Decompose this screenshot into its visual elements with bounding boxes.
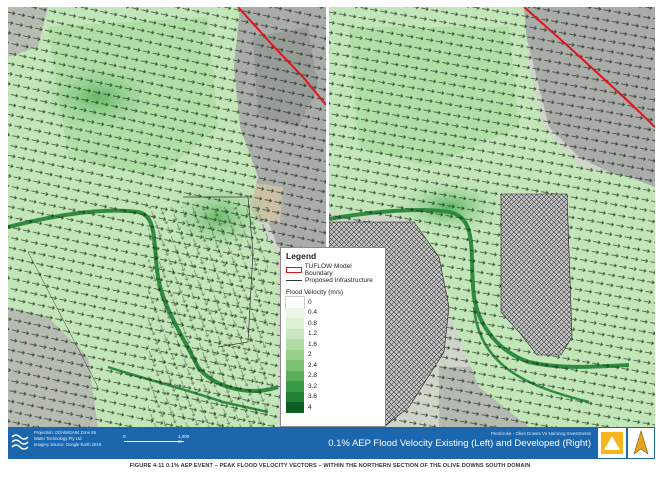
water-technology-logo-icon xyxy=(11,434,29,450)
velocity-scale-row: 1.2 xyxy=(286,328,380,339)
velocity-scale-row: 3.6 xyxy=(286,391,380,402)
figure-frame: Legend TUFLOW Model Boundary Proposed In… xyxy=(8,7,655,459)
map-title: 0.1% AEP Flood Velocity Existing (Left) … xyxy=(328,438,591,449)
velocity-scale-row: 2 xyxy=(286,349,380,360)
boundary-symbol xyxy=(286,266,302,273)
velocity-swatch xyxy=(286,349,304,360)
velocity-scale-row: 4 xyxy=(286,402,380,413)
north-arrow xyxy=(628,428,654,458)
map-existing-canvas xyxy=(8,7,326,427)
velocity-value-label: 3.2 xyxy=(308,382,318,390)
scale-end-label: 1,000 m xyxy=(178,434,190,444)
scale-start-label: 0 xyxy=(123,434,126,439)
velocity-scale-row: 0 xyxy=(285,296,380,309)
legend-velocity-heading: Flood Velocity (m/s) xyxy=(286,289,344,296)
velocity-value-label: 2.4 xyxy=(308,361,318,369)
legend-item-infrastructure: Proposed Infrastructure xyxy=(286,275,380,286)
velocity-value-label: 0.8 xyxy=(308,319,318,327)
map-title-block: Pembroke - Olive Downs Vs Namnog Investm… xyxy=(328,431,591,449)
velocity-scale-row: 3.2 xyxy=(286,381,380,392)
velocity-swatch xyxy=(286,360,304,371)
velocity-swatch xyxy=(286,391,304,402)
velocity-value-label: 4 xyxy=(308,403,312,411)
legend-label-boundary: TUFLOW Model Boundary xyxy=(304,262,352,277)
pembroke-logo-icon xyxy=(601,432,623,454)
velocity-value-label: 1.6 xyxy=(308,340,318,348)
velocity-swatch xyxy=(286,307,304,318)
map-info-bar: Projection: GDA/MGA94 Zone 55 Water Tech… xyxy=(8,427,655,459)
map-existing[interactable] xyxy=(8,7,326,427)
velocity-value-label: 2.8 xyxy=(308,372,318,380)
velocity-value-label: 1.2 xyxy=(308,330,318,338)
scale-line xyxy=(124,441,184,442)
legend-item-model-boundary: TUFLOW Model Boundary xyxy=(286,262,380,277)
velocity-swatch xyxy=(286,339,304,350)
velocity-scale: 0 0.4 0.8 1.2 1.6 2 2.4 2.8 3.2 3.6 4 xyxy=(285,296,380,413)
velocity-value-label: 3.6 xyxy=(308,393,318,401)
velocity-swatch xyxy=(286,318,304,329)
legend-label-infrastructure: Proposed Infrastructure xyxy=(305,277,373,284)
velocity-swatch xyxy=(286,402,304,413)
velocity-swatch xyxy=(286,328,304,339)
velocity-scale-row: 1.6 xyxy=(286,339,380,350)
velocity-scale-row: 2.4 xyxy=(286,360,380,371)
velocity-swatch xyxy=(286,370,304,381)
imagery-text: Imagery Source: Google Earth 2019 xyxy=(34,442,102,447)
velocity-value-label: 0 xyxy=(308,298,312,306)
map-metadata: Projection: GDA/MGA94 Zone 55 Water Tech… xyxy=(34,430,101,448)
legend-title: Legend xyxy=(286,251,317,261)
project-name: Pembroke - Olive Downs Vs Namnog Investm… xyxy=(490,431,591,436)
velocity-swatch xyxy=(286,381,304,392)
north-arrow-icon xyxy=(633,429,649,455)
velocity-scale-row: 0.4 xyxy=(286,307,380,318)
velocity-value-label: 0.4 xyxy=(308,309,318,317)
velocity-scale-row: 0.8 xyxy=(286,318,380,329)
velocity-swatch xyxy=(285,296,305,309)
infrastructure-symbol xyxy=(286,280,302,281)
velocity-scale-row: 2.8 xyxy=(286,370,380,381)
velocity-value-label: 2 xyxy=(308,351,312,359)
client-logo xyxy=(598,428,626,458)
figure-caption: FIGURE 4-11 0.1% AEP EVENT – PEAK FLOOD … xyxy=(129,463,531,469)
map-legend: Legend TUFLOW Model Boundary Proposed In… xyxy=(280,247,386,427)
